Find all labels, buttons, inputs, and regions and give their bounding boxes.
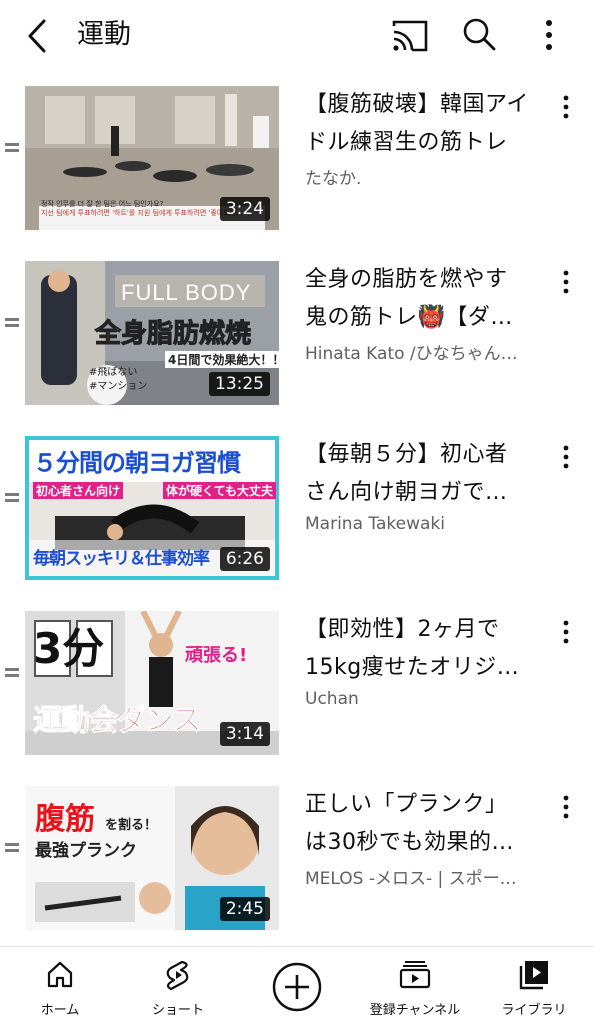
nav-subscriptions[interactable]: 登録チャンネル — [364, 947, 466, 1024]
video-item[interactable]: 정작 인무를 더 잘 한 팀은 어느 팀인가요? 지선 팀에게 투표하려면 '하… — [0, 80, 594, 230]
video-more-button[interactable] — [554, 92, 578, 122]
video-title-line-2: 鬼の筋トレ👹【ダ… — [305, 305, 513, 330]
video-title-line-2: は30秒でも効果的… — [305, 830, 514, 855]
video-duration-badge: 13:25 — [209, 372, 270, 396]
nav-home[interactable]: ホーム — [10, 947, 110, 1024]
nav-library[interactable]: ライブラリ — [484, 947, 584, 1024]
nav-shorts-label: ショート — [151, 1003, 204, 1018]
nav-shorts[interactable]: ショート — [128, 947, 228, 1024]
channel-name: たなか. — [305, 169, 362, 189]
thumbnail-text-sub: 4日間で効果絶大！！ — [165, 351, 279, 368]
video-title[interactable]: 【毎朝５分】初心者 さん向け朝ヨガで… — [305, 436, 550, 512]
video-thumbnail[interactable]: 정작 인무를 더 잘 한 팀은 어느 팀인가요? 지선 팀에게 투표하려면 '하… — [25, 86, 279, 230]
video-more-button[interactable] — [554, 792, 578, 822]
more-vert-icon — [563, 270, 569, 294]
channel-name: Hinata Kato /ひなちゃん… — [305, 344, 518, 364]
video-title-line-1: 【即効性】2ヶ月で — [305, 617, 500, 642]
video-thumbnail[interactable]: 腹筋 を割る！ 最強プランク 2:45 — [25, 786, 279, 930]
shorts-icon — [166, 960, 189, 991]
more-vert-icon — [563, 445, 569, 469]
channel-name: Marina Takewaki — [305, 514, 445, 534]
video-item[interactable]: ５分間の朝ヨガ習慣 初心者さん向け 体が硬くても大丈夫 毎朝スッキリ＆仕事効率 … — [0, 430, 594, 580]
thumbnail-text-cheer: 頑張る! — [185, 645, 248, 666]
home-icon — [47, 961, 73, 988]
more-options-button[interactable] — [532, 15, 566, 55]
create-button[interactable] — [271, 961, 323, 1013]
video-title-line-2: ドル練習生の筋トレ — [305, 130, 508, 155]
drag-handle-icon[interactable] — [5, 318, 19, 334]
thumbnail-text-right: 体が硬くても大丈夫 — [163, 482, 277, 499]
thumbnail-text-full-body: FULL BODY — [121, 280, 252, 305]
search-icon — [463, 18, 496, 51]
nav-library-label: ライブラリ — [501, 1003, 567, 1018]
thumbnail-text-main: 最強プランク — [35, 841, 137, 861]
nav-home-label: ホーム — [40, 1003, 80, 1018]
video-title-line-1: 全身の脂肪を燃やす — [305, 267, 508, 292]
video-item[interactable]: FULL BODY 全身脂肪燃焼 4日間で効果絶大！！ #飛ばない #マンション… — [0, 255, 594, 405]
video-item[interactable]: 3分 頑張る! 運動会ダンス 3:14 【即効性】2ヶ月で 15kg痩せたオリジ… — [0, 605, 594, 755]
thumbnail-text-main: 全身脂肪燃焼 — [94, 319, 252, 350]
subscriptions-icon — [399, 961, 431, 989]
drag-handle-icon[interactable] — [5, 143, 19, 159]
drag-handle-icon[interactable] — [5, 493, 19, 509]
video-title-line-1: 【腹筋破壊】韓国アイ — [305, 92, 529, 117]
thumbnail-text-left: 初心者さん向け — [33, 482, 124, 499]
video-more-button[interactable] — [554, 267, 578, 297]
page-title: 運動 — [77, 19, 131, 50]
more-vert-icon — [563, 95, 569, 119]
nav-subscriptions-label: 登録チャンネル — [369, 1003, 461, 1018]
library-icon — [519, 961, 548, 990]
back-button[interactable] — [20, 16, 60, 56]
more-vert-icon — [563, 795, 569, 819]
thumbnail-text-abs: 腹筋 — [35, 802, 95, 837]
drag-handle-icon[interactable] — [5, 843, 19, 859]
video-title[interactable]: 【即効性】2ヶ月で 15kg痩せたオリジ… — [305, 611, 550, 687]
more-vert-icon — [546, 20, 552, 50]
video-title-line-1: 正しい「プランク」 — [305, 792, 508, 817]
drag-handle-icon[interactable] — [5, 668, 19, 684]
video-title-line-2: さん向け朝ヨガで… — [305, 480, 508, 505]
cast-button[interactable] — [390, 16, 430, 56]
video-thumbnail[interactable]: FULL BODY 全身脂肪燃焼 4日間で効果絶大！！ #飛ばない #マンション… — [25, 261, 279, 405]
video-title[interactable]: 正しい「プランク」 は30秒でも効果的… — [305, 786, 550, 862]
video-thumbnail[interactable]: 3分 頑張る! 運動会ダンス 3:14 — [25, 611, 279, 755]
channel-name: Uchan — [305, 689, 359, 709]
video-thumbnail[interactable]: ５分間の朝ヨガ習慣 初心者さん向け 体が硬くても大丈夫 毎朝スッキリ＆仕事効率 … — [25, 436, 279, 580]
video-more-button[interactable] — [554, 617, 578, 647]
channel-name: MELOS -メロス- | スポー… — [305, 869, 517, 889]
video-duration-badge: 2:45 — [219, 897, 270, 921]
top-app-bar: 運動 — [0, 0, 594, 72]
video-duration-badge: 6:26 — [219, 547, 270, 571]
video-more-button[interactable] — [554, 442, 578, 472]
video-title-line-1: 【毎朝５分】初心者 — [305, 442, 508, 467]
search-button[interactable] — [460, 15, 500, 55]
cast-icon — [392, 20, 428, 52]
more-vert-icon — [563, 620, 569, 644]
video-item[interactable]: 腹筋 を割る！ 最強プランク 2:45 正しい「プランク」 は30秒でも効果的…… — [0, 780, 594, 930]
back-arrow-icon — [28, 19, 46, 53]
video-title[interactable]: 全身の脂肪を燃やす 鬼の筋トレ👹【ダ… — [305, 261, 550, 337]
video-title-line-2: 15kg痩せたオリジ… — [305, 655, 520, 680]
add-circle-icon — [272, 962, 322, 1012]
thumbnail-text-split: を割る！ — [105, 818, 158, 833]
video-duration-badge: 3:24 — [219, 197, 270, 221]
video-title[interactable]: 【腹筋破壊】韓国アイ ドル練習生の筋トレ — [305, 86, 550, 162]
thumbnail-hashtag-1: #飛ばない — [89, 367, 138, 378]
video-duration-badge: 3:14 — [219, 722, 270, 746]
thumbnail-text-main: 運動会ダンス — [32, 703, 201, 738]
thumbnail-text-main: ５分間の朝ヨガ習慣 — [33, 449, 241, 477]
bottom-navigation-bar: ホーム ショート 登録チャンネル ライブラリ — [0, 946, 594, 1024]
thumbnail-hashtag-2: #マンション — [89, 381, 148, 392]
thumbnail-text-minutes: 3分 — [33, 624, 105, 673]
thumbnail-text-bottom: 毎朝スッキリ＆仕事効率 — [33, 549, 210, 569]
